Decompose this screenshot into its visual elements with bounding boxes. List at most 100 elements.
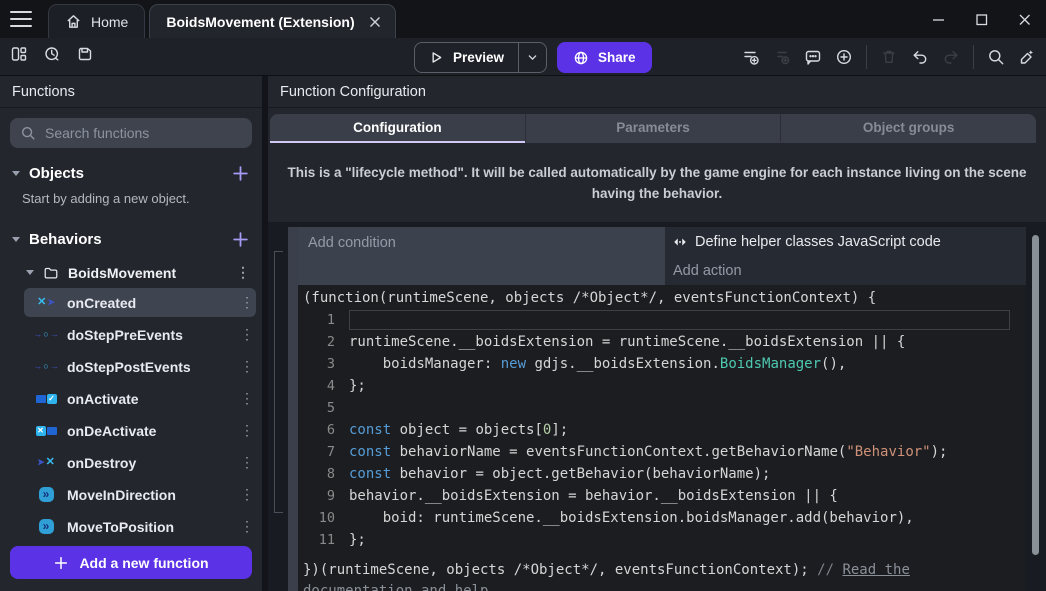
search-icon[interactable]	[987, 48, 1005, 66]
code-line-4[interactable]: 4};	[303, 375, 1026, 397]
more-options-icon[interactable]: ⋮	[240, 486, 252, 503]
function-item-movetoposition[interactable]: »MoveToPosition⋮	[24, 512, 256, 541]
more-options-icon[interactable]: ⋮	[240, 454, 252, 471]
play-icon	[429, 50, 444, 65]
folder-icon	[43, 265, 59, 281]
chevron-down-icon	[12, 237, 20, 242]
preview-button[interactable]: Preview	[415, 43, 519, 72]
window-controls	[931, 0, 1032, 38]
toolbar-divider	[973, 45, 974, 69]
behaviors-section-label: Behaviors	[29, 231, 102, 248]
function-item-oncreated[interactable]: ✕➤onCreated⋮	[24, 288, 256, 317]
more-options-icon[interactable]: ⋮	[236, 264, 248, 281]
add-function-button[interactable]: Add a new function	[10, 546, 252, 579]
toolbar-divider	[866, 45, 867, 69]
code-footer-comment: //	[817, 562, 842, 578]
function-configuration-panel: Function Configuration ConfigurationPara…	[268, 76, 1046, 591]
add-object-button[interactable]	[231, 164, 250, 183]
line-number: 6	[303, 419, 335, 441]
main-menu-icon[interactable]	[10, 11, 32, 27]
function-item-ondestroy[interactable]: ➤✕onDestroy⋮	[24, 448, 256, 477]
add-condition-button[interactable]: Add condition	[298, 227, 665, 285]
function-item-label: onActivate	[67, 391, 139, 407]
tab-parameters[interactable]: Parameters	[525, 114, 781, 143]
more-options-icon[interactable]: ⋮	[240, 422, 252, 439]
function-item-ondeactivate[interactable]: ✕onDeActivate⋮	[24, 416, 256, 445]
destroy-function-icon: ➤✕	[34, 457, 58, 468]
line-number: 7	[303, 441, 335, 463]
preview-options-button[interactable]	[519, 43, 546, 72]
event-selection-bracket	[274, 251, 283, 513]
preview-button-label: Preview	[453, 50, 504, 65]
objects-section-label: Objects	[29, 165, 84, 182]
history-icon[interactable]	[43, 45, 61, 63]
code-line-content: boid: runtimeScene.__boidsExtension.boid…	[349, 507, 1010, 529]
events-scrollbar[interactable]	[1032, 235, 1039, 555]
function-item-moveindirection[interactable]: »MoveInDirection⋮	[24, 480, 256, 509]
code-line-content: boidsManager: new gdjs.__boidsExtension.…	[349, 353, 1010, 375]
code-line-3[interactable]: 3 boidsManager: new gdjs.__boidsExtensio…	[303, 353, 1026, 375]
line-number: 2	[303, 331, 335, 353]
function-item-label: MoveInDirection	[67, 487, 176, 503]
code-line-11[interactable]: 11};	[303, 529, 1026, 551]
add-comment-icon[interactable]	[804, 48, 822, 66]
more-options-icon[interactable]: ⋮	[240, 326, 252, 343]
line-number: 11	[303, 529, 335, 551]
code-line-2[interactable]: 2runtimeScene.__boidsExtension = runtime…	[303, 331, 1026, 353]
close-window-icon[interactable]	[1017, 12, 1032, 27]
panels-icon[interactable]	[10, 45, 28, 63]
tab-object-groups[interactable]: Object groups	[780, 114, 1036, 143]
more-options-icon[interactable]: ⋮	[240, 518, 252, 535]
code-line-9[interactable]: 9behavior.__boidsExtension = behavior.__…	[303, 485, 1026, 507]
code-line-content: const behaviorName = eventsFunctionConte…	[349, 441, 1010, 463]
add-action-button[interactable]: Add action	[665, 257, 1026, 285]
function-item-label: doStepPreEvents	[67, 327, 183, 343]
code-icon	[672, 234, 688, 250]
tab-home[interactable]: Home	[48, 4, 145, 38]
plus-icon	[53, 555, 69, 571]
objects-section-row[interactable]: Objects	[12, 160, 250, 186]
add-other-icon[interactable]	[835, 48, 853, 66]
minimize-icon[interactable]	[931, 12, 946, 27]
chevron-down-icon	[12, 171, 20, 176]
share-button-label: Share	[598, 50, 636, 65]
add-event-icon[interactable]	[742, 48, 760, 66]
close-tab-icon[interactable]	[369, 16, 381, 28]
add-function-label: Add a new function	[79, 555, 208, 571]
chevron-down-icon	[26, 270, 34, 275]
tab-boidsmovement-extension[interactable]: BoidsMovement (Extension)	[149, 4, 395, 38]
more-options-icon[interactable]: ⋮	[240, 358, 252, 375]
code-line-content: const behavior = object.getBehavior(beha…	[349, 463, 1010, 485]
code-line-content: const object = objects[0];	[349, 419, 1010, 441]
function-item-dosteppreevents[interactable]: →○→doStepPreEvents⋮	[24, 320, 256, 349]
js-event-header[interactable]: Define helper classes JavaScript code	[665, 227, 1026, 257]
more-options-icon[interactable]: ⋮	[240, 294, 252, 311]
activate-function-icon: ✓	[34, 394, 58, 404]
line-number: 4	[303, 375, 335, 397]
function-item-onactivate[interactable]: ✓ onActivate ⋮	[24, 384, 256, 413]
code-line-content: behavior.__boidsExtension = behavior.__b…	[349, 485, 1010, 507]
maximize-icon[interactable]	[974, 12, 989, 27]
js-code-event[interactable]: Add condition Define helper classes Java…	[288, 227, 1026, 591]
edit-sparkle-icon[interactable]	[1018, 48, 1036, 66]
code-line-6[interactable]: 6 const object = objects[0];	[303, 419, 1026, 441]
code-line-1[interactable]: 1	[303, 309, 1026, 331]
code-line-5[interactable]: 5	[303, 397, 1026, 419]
undo-icon[interactable]	[911, 48, 929, 66]
code-line-7[interactable]: 7 const behaviorName = eventsFunctionCont…	[303, 441, 1026, 463]
search-functions-input[interactable]	[45, 125, 242, 141]
tab-configuration[interactable]: Configuration	[270, 114, 525, 143]
more-options-icon[interactable]: ⋮	[240, 390, 252, 407]
line-number: 3	[303, 353, 335, 375]
code-line-10[interactable]: 10 boid: runtimeScene.__boidsExtension.b…	[303, 507, 1026, 529]
add-behavior-button[interactable]	[231, 230, 250, 249]
js-code-editor[interactable]: (function(runtimeScene, objects /*Object…	[298, 285, 1026, 591]
main-panel-title: Function Configuration	[268, 76, 1046, 108]
save-icon[interactable]	[76, 45, 94, 63]
share-button[interactable]: Share	[557, 42, 652, 73]
active-tab-label: BoidsMovement (Extension)	[166, 14, 354, 30]
function-item-dosteppostevents[interactable]: →○→doStepPostEvents⋮	[24, 352, 256, 381]
code-line-8[interactable]: 8const behavior = object.getBehavior(beh…	[303, 463, 1026, 485]
behaviors-section-row[interactable]: Behaviors	[12, 226, 250, 252]
behavior-group-row[interactable]: BoidsMovement ⋮	[26, 264, 248, 281]
